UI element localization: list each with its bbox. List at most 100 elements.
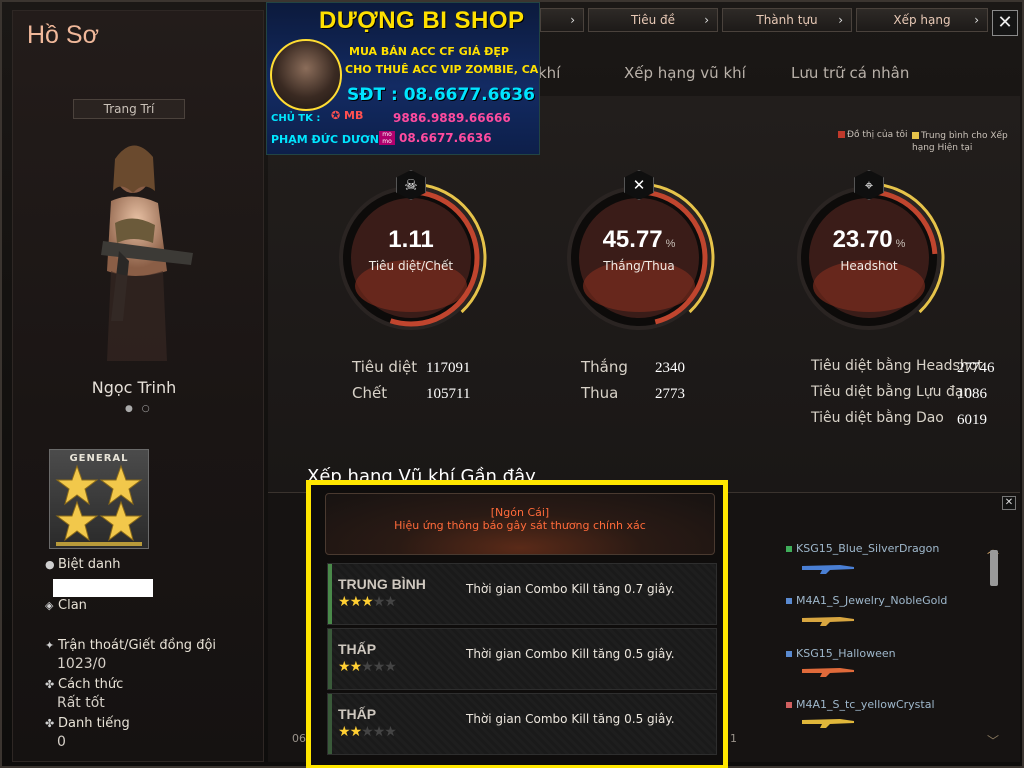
bank-name: ✪ MB (331, 109, 364, 122)
weapon-dot (786, 598, 792, 604)
pager-right[interactable]: 1 (730, 732, 737, 745)
tier-label: TRUNG BÌNH (338, 576, 426, 592)
clover-icon: ✤ (45, 717, 55, 730)
shop-banner: DƯỢNG BI SHOP MUA BÁN ACC CF GIÁ ĐẸP CHO… (266, 2, 540, 155)
gauge-caption: Tiêu diệt/Chết (368, 259, 454, 273)
gauge-caption: Headshot (840, 259, 898, 273)
kills-label: Tiêu diệt (352, 358, 418, 376)
shop-owner-label: CHỦ TK : (271, 113, 321, 124)
profile-sidebar: Hồ Sơ Trang Trí Ngọc Trinh ● ○ GENERAL ●… (12, 10, 264, 762)
reputation-value: 0 (57, 734, 66, 750)
subtab-storage[interactable]: Lưu trữ cá nhân (791, 64, 909, 82)
shop-line-2: CHO THUÊ ACC VIP ZOMBIE, CA (345, 63, 539, 76)
clan-label: ◈ Clan (45, 598, 87, 613)
tier-label: THẤP (338, 641, 377, 657)
kd-gauge: 1.11 Tiêu diệt/Chết (331, 178, 491, 338)
panel-close-button[interactable]: ✕ (1002, 496, 1016, 510)
bank-account: 9886.9889.66666 (393, 111, 511, 125)
momo-icon: mo mo (379, 131, 395, 145)
rank-stars-icon (55, 464, 143, 546)
reputation-label: ✤ Danh tiếng (45, 716, 130, 731)
effect-row: THẤP ★★★★★ Thời gian Combo Kill tăng 0.5… (327, 628, 717, 690)
deaths-label: Chết (352, 384, 388, 402)
tier-stars: ★★★★★ (338, 724, 397, 740)
weapon-dot (786, 546, 792, 552)
avatar-pager[interactable]: ● ○ (125, 404, 153, 414)
grenade-kills-label: Tiêu diệt bằng Lựu đạn (811, 384, 973, 400)
gauge-caption: Thắng/Thua (603, 259, 675, 273)
tier-bar (328, 694, 332, 754)
weapon-item[interactable]: KSG15_Halloween (786, 647, 896, 660)
weapon-item[interactable]: M4A1_S_tc_yellowCrystal (786, 698, 935, 711)
headshot-kills-value: 27746 (957, 360, 995, 376)
tab-previous[interactable]: › (540, 8, 584, 32)
tier-bar (328, 629, 332, 689)
shop-name: DƯỢNG BI SHOP (319, 7, 525, 34)
tier-bar (328, 564, 332, 624)
gauge-ring (563, 182, 715, 334)
grenade-kills-value: 1086 (957, 386, 987, 402)
scrollbar-thumb[interactable] (990, 550, 998, 586)
user-icon: ● (45, 558, 55, 571)
legend-mine: Đồ thị của tôi (838, 130, 908, 140)
effect-description: Thời gian Combo Kill tăng 0.5 giây. (466, 712, 675, 726)
chevron-right-icon: › (704, 13, 709, 27)
manner-label: ✤ Cách thức (45, 677, 124, 692)
momo-phone: 08.6677.6636 (399, 131, 492, 145)
nickname-label: ● Biệt danh (45, 557, 121, 572)
profile-window: Hồ Sơ Trang Trí Ngọc Trinh ● ○ GENERAL ●… (0, 0, 1024, 768)
close-button[interactable]: ✕ (992, 10, 1018, 36)
decorate-button[interactable]: Trang Trí (73, 99, 185, 119)
knife-kills-value: 6019 (957, 412, 987, 428)
subtab-partial[interactable]: khí (538, 64, 560, 82)
rank-label: GENERAL (69, 453, 129, 464)
tab-achievements[interactable]: Thành tựu › (722, 8, 852, 32)
character-avatar (101, 145, 193, 361)
effect-description: Thời gian Combo Kill tăng 0.5 giây. (466, 647, 675, 661)
kills-value: 117091 (426, 360, 471, 376)
escape-value: 1023/0 (57, 656, 107, 672)
shop-line-1: MUA BÁN ACC CF GIÁ ĐẸP (349, 45, 509, 58)
tab-title[interactable]: Tiêu đề › (588, 8, 718, 32)
subtab-weapon-rank[interactable]: Xếp hạng vũ khí (624, 64, 746, 82)
runner-icon: ✦ (45, 639, 55, 652)
weapon-thumbnail (802, 719, 854, 728)
manner-value: Rất tốt (57, 695, 105, 711)
losses-label: Thua (581, 384, 619, 402)
gauge-value: 23.70% (832, 226, 906, 253)
clover-icon: ✤ (45, 678, 55, 691)
winrate-gauge: 45.77% Thắng/Thua (559, 178, 719, 338)
tier-stars: ★★★★★ (338, 659, 397, 675)
deaths-value: 105711 (426, 386, 471, 402)
close-icon: ✕ (1004, 497, 1014, 508)
weapon-thumbnail (802, 617, 854, 626)
scroll-down-icon[interactable]: ﹀ (987, 732, 999, 749)
chevron-right-icon: › (570, 13, 575, 27)
weapon-thumbnail (802, 668, 854, 677)
tab-ranking[interactable]: Xếp hạng › (856, 8, 988, 32)
pager-left: 06 (292, 732, 306, 745)
tooltip-header: [Ngón Cái] Hiệu ứng thông báo gây sát th… (325, 493, 715, 555)
shop-owner-photo (270, 39, 342, 111)
weapon-item[interactable]: M4A1_S_Jewelry_NobleGold (786, 594, 947, 607)
tier-stars: ★★★★★ (338, 594, 397, 610)
rank-badge: GENERAL (49, 449, 149, 549)
tooltip-title: [Ngón Cái] (490, 506, 550, 519)
legend-swatch (912, 132, 919, 139)
tier-label: THẤP (338, 706, 377, 722)
character-name: Ngọc Trinh (91, 378, 177, 397)
gauge-ring (335, 182, 487, 334)
knife-kills-label: Tiêu diệt bằng Dao (811, 410, 944, 426)
legend-average: Trung bình cho Xếp hạng Hiện tại (912, 131, 1008, 153)
weapon-item[interactable]: KSG15_Blue_SilverDragon (786, 542, 939, 555)
weapon-dot (786, 702, 792, 708)
wins-label: Thắng (581, 358, 628, 376)
weapon-thumbnail (802, 565, 854, 574)
shop-phone: SĐT : 08.6677.6636 (347, 85, 535, 105)
chevron-right-icon: › (838, 13, 843, 27)
gauge-value: 1.11 (388, 226, 434, 253)
losses-value: 2773 (655, 386, 685, 402)
nickname-field (53, 579, 153, 597)
weapon-effect-tooltip: [Ngón Cái] Hiệu ứng thông báo gây sát th… (306, 480, 728, 768)
shield-icon: ◈ (45, 599, 54, 612)
